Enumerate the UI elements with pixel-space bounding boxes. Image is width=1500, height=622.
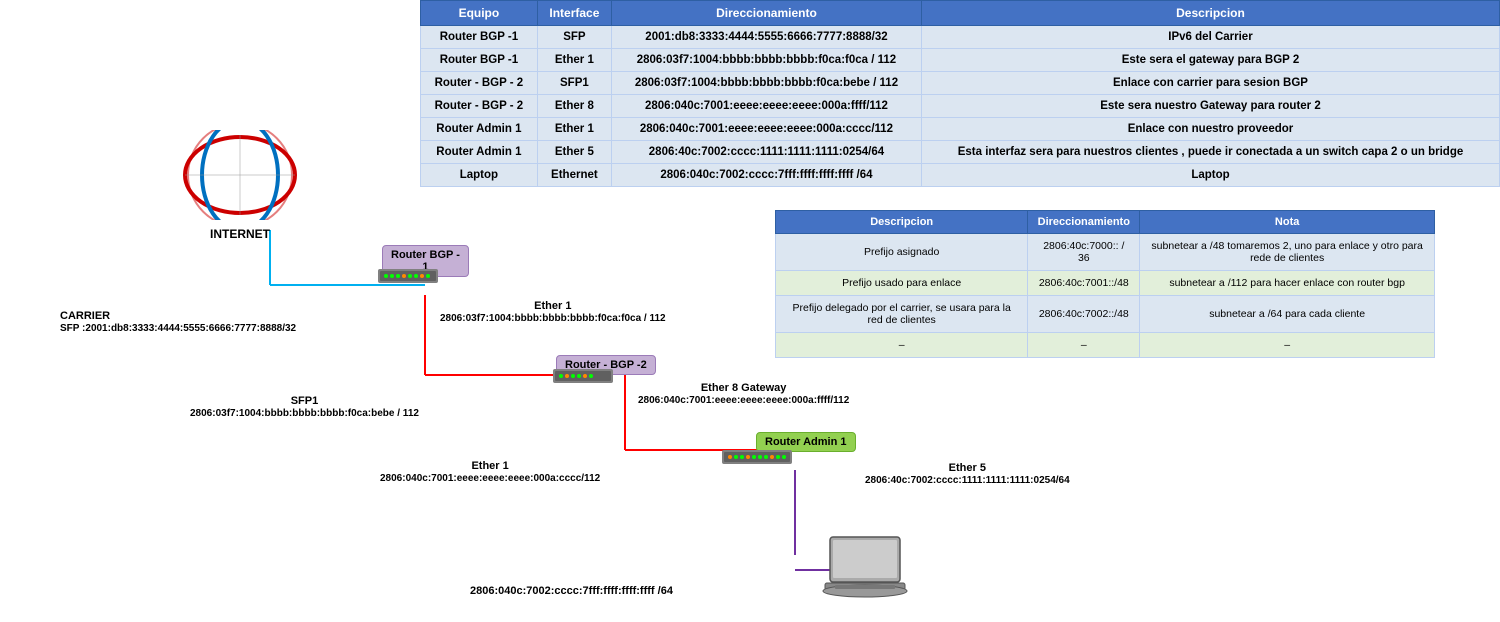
main-table-cell: Router Admin 1 (421, 141, 538, 164)
router-device-icon2 (553, 365, 613, 387)
main-table-cell: 2806:040c:7002:cccc:7fff:ffff:ffff:ffff … (611, 164, 921, 187)
router-device-icon3 (722, 446, 792, 468)
main-table-cell: 2806:03f7:1004:bbbb:bbbb:bbbb:f0ca:bebe … (611, 72, 921, 95)
main-table-cell: Ether 1 (537, 49, 611, 72)
bgp1-ether1-label: Ether 1 2806:03f7:1004:bbbb:bbbb:bbbb:f0… (440, 300, 666, 324)
main-table-cell: Ethernet (537, 164, 611, 187)
second-table: Descripcion Direccionamiento Nota Prefij… (775, 210, 1435, 358)
laptop-eth-label: 2806:040c:7002:cccc:7fff:ffff:ffff:ffff … (470, 585, 673, 597)
main-table-cell: Ether 5 (537, 141, 611, 164)
main-table-cell: SFP1 (537, 72, 611, 95)
second-table-cell: subnetear a /48 tomaremos 2, uno para en… (1140, 234, 1435, 271)
main-table-cell: Router BGP -1 (421, 26, 538, 49)
second-table-cell: 2806:40c:7002::/48 (1028, 296, 1140, 333)
router-bgp2-device (553, 365, 613, 392)
col-interface: Interface (537, 1, 611, 26)
col2-descripcion: Descripcion (776, 211, 1028, 234)
col-descripcion: Descripcion (921, 1, 1499, 26)
main-table-cell: 2806:40c:7002:cccc:1111:1111:1111:0254/6… (611, 141, 921, 164)
col-equipo: Equipo (421, 1, 538, 26)
main-table-cell: Router - BGP - 2 (421, 72, 538, 95)
bgp2-ether8-label: Ether 8 Gateway 2806:040c:7001:eeee:eeee… (638, 382, 849, 406)
main-table-cell: 2806:03f7:1004:bbbb:bbbb:bbbb:f0ca:f0ca … (611, 49, 921, 72)
main-table-cell: Router BGP -1 (421, 49, 538, 72)
main-table-section: Equipo Interface Direccionamiento Descri… (420, 0, 1500, 187)
main-table-cell: Laptop (421, 164, 538, 187)
second-table-cell: Prefijo delegado por el carrier, se usar… (776, 296, 1028, 333)
bgp2-ether1-label: Ether 1 2806:040c:7001:eeee:eeee:eeee:00… (380, 460, 600, 484)
main-table-cell: Ether 1 (537, 118, 611, 141)
main-table-cell: SFP (537, 26, 611, 49)
sfp1-label: SFP1 2806:03f7:1004:bbbb:bbbb:bbbb:f0ca:… (190, 395, 419, 419)
main-table: Equipo Interface Direccionamiento Descri… (420, 0, 1500, 187)
second-table-cell: subnetear a /64 para cada cliente (1140, 296, 1435, 333)
main-table-cell: Esta interfaz sera para nuestros cliente… (921, 141, 1499, 164)
second-table-cell: 2806:40c:7000:: / 36 (1028, 234, 1140, 271)
second-table-cell: – (776, 333, 1028, 358)
main-table-cell: Este sera el gateway para BGP 2 (921, 49, 1499, 72)
second-table-cell: Prefijo usado para enlace (776, 271, 1028, 296)
second-table-cell: subnetear a /112 para hacer enlace con r… (1140, 271, 1435, 296)
admin1-ether5-label: Ether 5 2806:40c:7002:cccc:1111:1111:111… (865, 462, 1070, 486)
main-table-cell: 2001:db8:3333:4444:5555:6666:7777:8888/3… (611, 26, 921, 49)
main-table-cell: Laptop (921, 164, 1499, 187)
main-table-cell: Router Admin 1 (421, 118, 538, 141)
router-device-icon (378, 265, 438, 287)
main-table-cell: Enlace con carrier para sesion BGP (921, 72, 1499, 95)
internet-label: INTERNET (175, 227, 305, 241)
second-table-cell: 2806:40c:7001::/48 (1028, 271, 1140, 296)
carrier-label: CARRIER SFP :2001:db8:3333:4444:5555:666… (60, 310, 296, 334)
main-table-cell: IPv6 del Carrier (921, 26, 1499, 49)
router-bgp1-device (378, 265, 438, 292)
second-table-cell: – (1140, 333, 1435, 358)
internet-cloud: INTERNET (175, 130, 305, 241)
main-table-cell: Router - BGP - 2 (421, 95, 538, 118)
main-table-cell: 2806:040c:7001:eeee:eeee:eeee:000a:ffff/… (611, 95, 921, 118)
main-table-cell: 2806:040c:7001:eeee:eeee:eeee:000a:cccc/… (611, 118, 921, 141)
col2-nota: Nota (1140, 211, 1435, 234)
col2-direccionamiento: Direccionamiento (1028, 211, 1140, 234)
second-table-cell: – (1028, 333, 1140, 358)
col-direccionamiento: Direccionamiento (611, 1, 921, 26)
second-table-section: Descripcion Direccionamiento Nota Prefij… (775, 210, 1435, 358)
cloud-icon (175, 130, 305, 220)
second-table-cell: Prefijo asignado (776, 234, 1028, 271)
main-table-cell: Ether 8 (537, 95, 611, 118)
router-admin1-device (722, 446, 792, 473)
main-table-cell: Enlace con nuestro proveedor (921, 118, 1499, 141)
laptop-area (820, 535, 910, 610)
main-table-cell: Este sera nuestro Gateway para router 2 (921, 95, 1499, 118)
laptop-icon (820, 535, 910, 605)
